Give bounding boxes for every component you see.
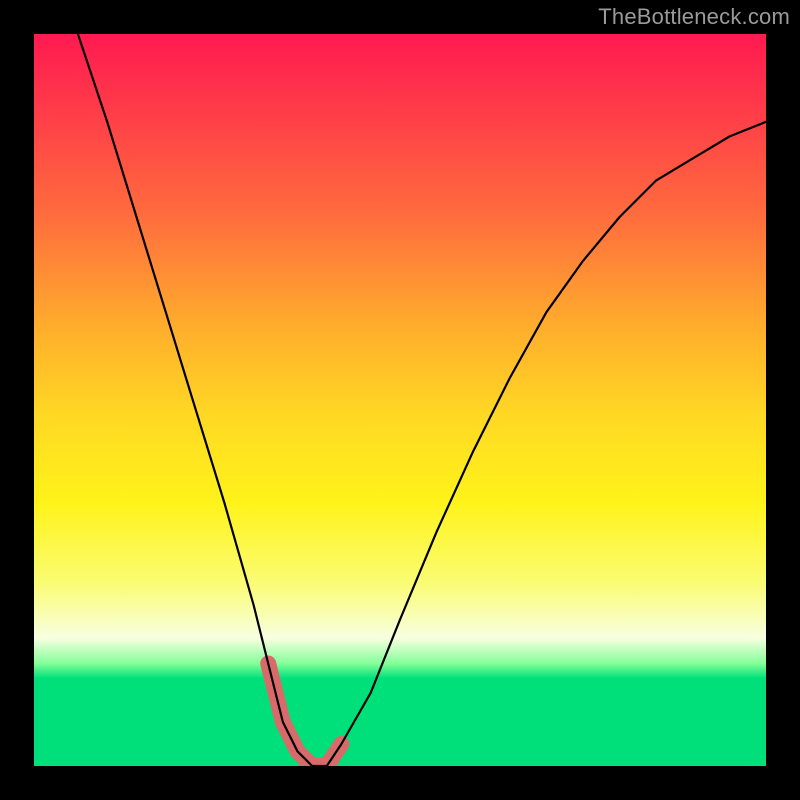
curve-path bbox=[78, 34, 766, 766]
accent-path bbox=[268, 664, 341, 767]
plot-area bbox=[34, 34, 766, 766]
chart-frame: TheBottleneck.com bbox=[0, 0, 800, 800]
watermark-text: TheBottleneck.com bbox=[598, 4, 790, 30]
curve-svg bbox=[34, 34, 766, 766]
